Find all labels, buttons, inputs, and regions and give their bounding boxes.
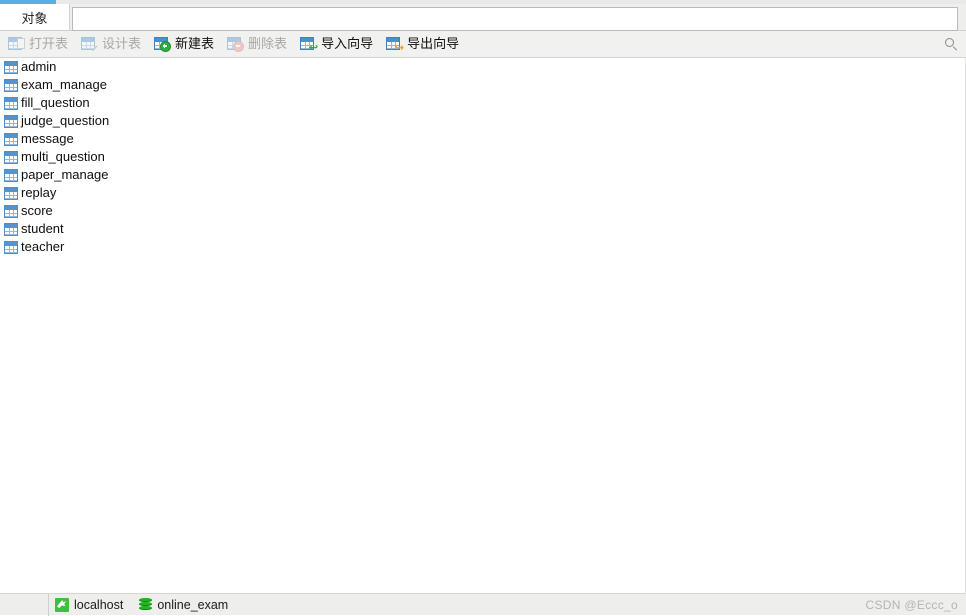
- table-icon: [4, 168, 18, 182]
- table-name: replay: [21, 185, 57, 200]
- table-icon: [4, 222, 18, 236]
- new-table-button[interactable]: 新建表: [150, 33, 221, 56]
- table-name: exam_manage: [21, 77, 107, 92]
- list-item[interactable]: exam_manage: [0, 76, 965, 94]
- open-table-icon: [8, 36, 25, 52]
- list-item[interactable]: message: [0, 130, 965, 148]
- list-item[interactable]: admin: [0, 58, 965, 76]
- list-item[interactable]: judge_question: [0, 112, 965, 130]
- table-name: multi_question: [21, 149, 105, 164]
- design-table-label: 设计表: [102, 36, 142, 51]
- open-table-button[interactable]: 打开表: [4, 33, 75, 56]
- watermark: CSDN @Eccc_o: [865, 597, 958, 612]
- list-item[interactable]: score: [0, 202, 965, 220]
- list-item[interactable]: replay: [0, 184, 965, 202]
- table-list[interactable]: admin exam_manage fill_question judge_qu…: [0, 58, 966, 593]
- delete-table-button[interactable]: 删除表: [223, 33, 294, 56]
- list-item[interactable]: fill_question: [0, 94, 965, 112]
- table-name: student: [21, 221, 64, 236]
- table-icon: [4, 240, 18, 254]
- status-bar: localhost online_exam CSDN @Eccc_o: [0, 593, 966, 616]
- export-wizard-label: 导出向导: [407, 36, 460, 51]
- database-icon: [139, 597, 153, 612]
- status-database-label: online_exam: [157, 597, 229, 612]
- design-table-button[interactable]: 设计表: [77, 33, 148, 56]
- import-wizard-button[interactable]: ↩ 导入向导: [296, 33, 380, 56]
- tab-filter-container: [72, 7, 958, 31]
- delete-table-icon: [227, 36, 245, 52]
- table-icon: [4, 78, 18, 92]
- table-icon: [4, 132, 18, 146]
- list-item[interactable]: student: [0, 220, 965, 238]
- object-toolbar: 打开表 设计表 新建表 删除表 ↩ 导入向导 ↪ 导出向导: [0, 31, 966, 58]
- table-icon: [4, 204, 18, 218]
- new-table-icon: [154, 36, 172, 52]
- export-wizard-button[interactable]: ↪ 导出向导: [382, 33, 466, 56]
- mysql-dolphin-icon: [55, 597, 69, 612]
- export-wizard-icon: ↪: [386, 36, 404, 54]
- import-wizard-icon: ↩: [300, 36, 318, 54]
- table-icon: [4, 60, 18, 74]
- delete-table-label: 删除表: [248, 36, 288, 51]
- object-filter-input[interactable]: [72, 7, 958, 31]
- open-table-label: 打开表: [29, 36, 69, 51]
- list-item[interactable]: teacher: [0, 238, 965, 256]
- table-icon: [4, 186, 18, 200]
- new-table-label: 新建表: [175, 36, 215, 51]
- table-name: teacher: [21, 239, 65, 254]
- status-database[interactable]: online_exam: [133, 594, 238, 616]
- status-bar-left-pad: [0, 593, 49, 616]
- list-item[interactable]: multi_question: [0, 148, 965, 166]
- status-connection-label: localhost: [74, 597, 124, 612]
- import-wizard-label: 导入向导: [321, 36, 374, 51]
- table-icon: [4, 114, 18, 128]
- table-icon: [4, 150, 18, 164]
- tab-objects-label: 对象: [21, 10, 48, 26]
- table-name: fill_question: [21, 95, 90, 110]
- table-name: paper_manage: [21, 167, 109, 182]
- table-name: judge_question: [21, 113, 110, 128]
- tab-objects[interactable]: 对象: [0, 4, 70, 30]
- table-icon: [4, 96, 18, 110]
- list-item[interactable]: paper_manage: [0, 166, 965, 184]
- design-table-icon: [81, 36, 98, 52]
- search-icon: [944, 37, 958, 51]
- status-connection[interactable]: localhost: [49, 594, 133, 616]
- table-name: message: [21, 131, 74, 146]
- table-name: score: [21, 203, 53, 218]
- toolbar-search-button[interactable]: [936, 31, 966, 58]
- table-name: admin: [21, 59, 57, 74]
- tab-bar: 对象: [0, 4, 966, 31]
